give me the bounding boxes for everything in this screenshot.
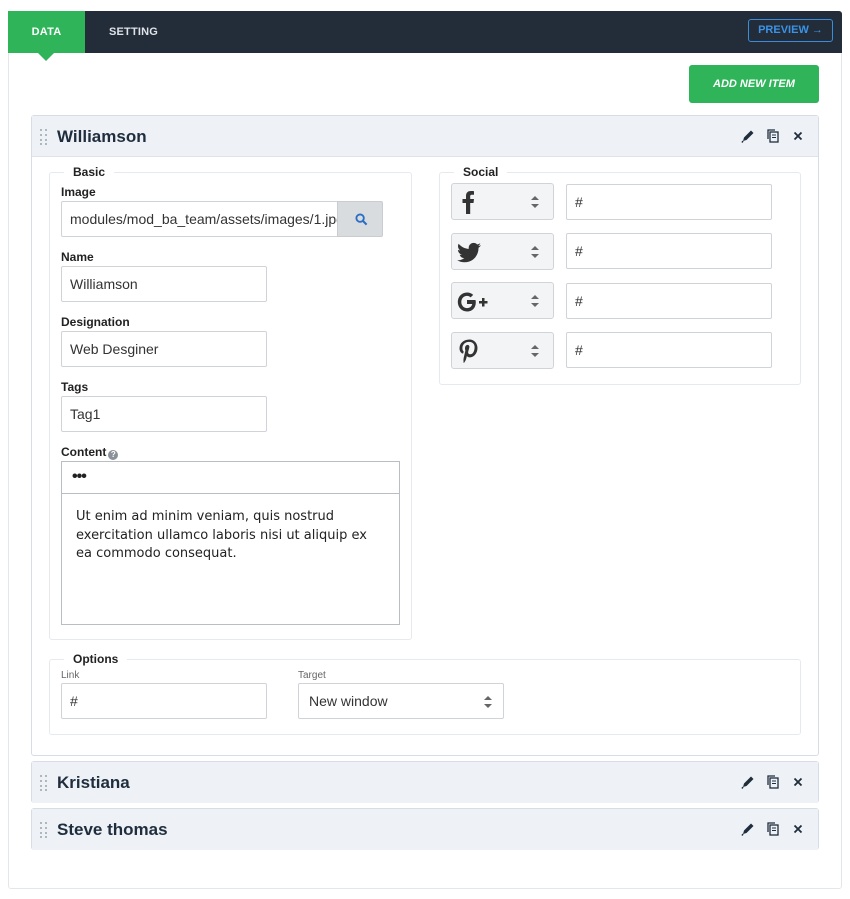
link-label: Link bbox=[61, 670, 80, 681]
chevron-updown-icon bbox=[531, 246, 539, 258]
pinterest-icon bbox=[459, 339, 478, 364]
chevron-updown-icon bbox=[531, 295, 539, 307]
facebook-icon bbox=[462, 191, 474, 214]
item-header[interactable]: Kristiana bbox=[32, 762, 818, 803]
chevron-updown-icon bbox=[531, 196, 539, 208]
editor-more-button[interactable]: ••• bbox=[72, 468, 87, 486]
social-link-input[interactable]: # bbox=[566, 184, 772, 220]
item-title: Steve thomas bbox=[57, 820, 168, 839]
add-new-item-button[interactable]: ADD NEW ITEM bbox=[689, 65, 819, 103]
twitter-icon bbox=[457, 242, 481, 263]
chevron-updown-icon bbox=[531, 345, 539, 357]
tab-data[interactable]: DATA bbox=[8, 11, 85, 61]
editor-content-text[interactable]: Ut enim ad minim veniam, quis nostrud ex… bbox=[76, 508, 386, 564]
tags-label: Tags bbox=[61, 380, 89, 394]
target-label: Target bbox=[298, 670, 326, 681]
social-network-select[interactable] bbox=[451, 282, 554, 319]
social-link-input[interactable]: # bbox=[566, 233, 772, 269]
chevron-updown-icon bbox=[484, 696, 492, 708]
item-panel-kristiana: Kristiana bbox=[31, 761, 819, 803]
link-input[interactable]: # bbox=[61, 683, 267, 719]
close-icon[interactable] bbox=[790, 128, 806, 144]
duplicate-icon[interactable] bbox=[765, 774, 781, 790]
drag-handle-icon[interactable] bbox=[40, 775, 48, 791]
content-label-row: Content? bbox=[61, 445, 119, 460]
options-legend: Options bbox=[64, 652, 128, 666]
social-network-select[interactable] bbox=[451, 332, 554, 369]
image-path-input[interactable]: modules/mod_ba_team/assets/images/1.jpg bbox=[61, 201, 338, 237]
content-editor[interactable]: ••• Ut enim ad minim veniam, quis nostru… bbox=[61, 461, 400, 625]
drag-handle-icon[interactable] bbox=[40, 822, 48, 838]
editor-toolbar: ••• bbox=[62, 462, 399, 494]
duplicate-icon[interactable] bbox=[765, 821, 781, 837]
tags-input[interactable]: Tag1 bbox=[61, 396, 267, 432]
designation-label: Designation bbox=[61, 315, 130, 329]
close-icon[interactable] bbox=[790, 821, 806, 837]
basic-legend: Basic bbox=[64, 165, 115, 179]
image-label: Image bbox=[61, 185, 96, 199]
duplicate-icon[interactable] bbox=[765, 128, 781, 144]
edit-icon[interactable] bbox=[740, 821, 756, 837]
preview-button[interactable]: PREVIEW → bbox=[748, 19, 833, 42]
item-title: Kristiana bbox=[57, 773, 130, 792]
close-icon[interactable] bbox=[790, 774, 806, 790]
help-icon[interactable]: ? bbox=[108, 450, 119, 460]
image-browse-button[interactable] bbox=[337, 201, 383, 237]
content-label: Content bbox=[61, 445, 107, 459]
social-network-select[interactable] bbox=[451, 183, 554, 220]
name-label: Name bbox=[61, 250, 94, 264]
tab-setting[interactable]: SETTING bbox=[96, 11, 171, 53]
designation-input[interactable]: Web Desginer bbox=[61, 331, 267, 367]
social-link-input[interactable]: # bbox=[566, 332, 772, 368]
target-selected-value: New window bbox=[309, 693, 388, 709]
item-title: Williamson bbox=[57, 127, 147, 146]
item-header[interactable]: Williamson bbox=[32, 116, 818, 157]
social-legend: Social bbox=[454, 165, 508, 179]
search-icon bbox=[355, 213, 368, 226]
edit-icon[interactable] bbox=[740, 128, 756, 144]
social-network-select[interactable] bbox=[451, 233, 554, 270]
social-link-input[interactable]: # bbox=[566, 283, 772, 319]
top-bar: DATA SETTING PREVIEW → bbox=[8, 11, 842, 61]
target-select[interactable]: New window bbox=[298, 683, 504, 719]
google-plus-icon bbox=[457, 292, 488, 312]
item-header[interactable]: Steve thomas bbox=[32, 809, 818, 850]
name-input[interactable]: Williamson bbox=[61, 266, 267, 302]
item-panel-steve-thomas: Steve thomas bbox=[31, 808, 819, 850]
edit-icon[interactable] bbox=[740, 774, 756, 790]
drag-handle-icon[interactable] bbox=[40, 129, 48, 145]
